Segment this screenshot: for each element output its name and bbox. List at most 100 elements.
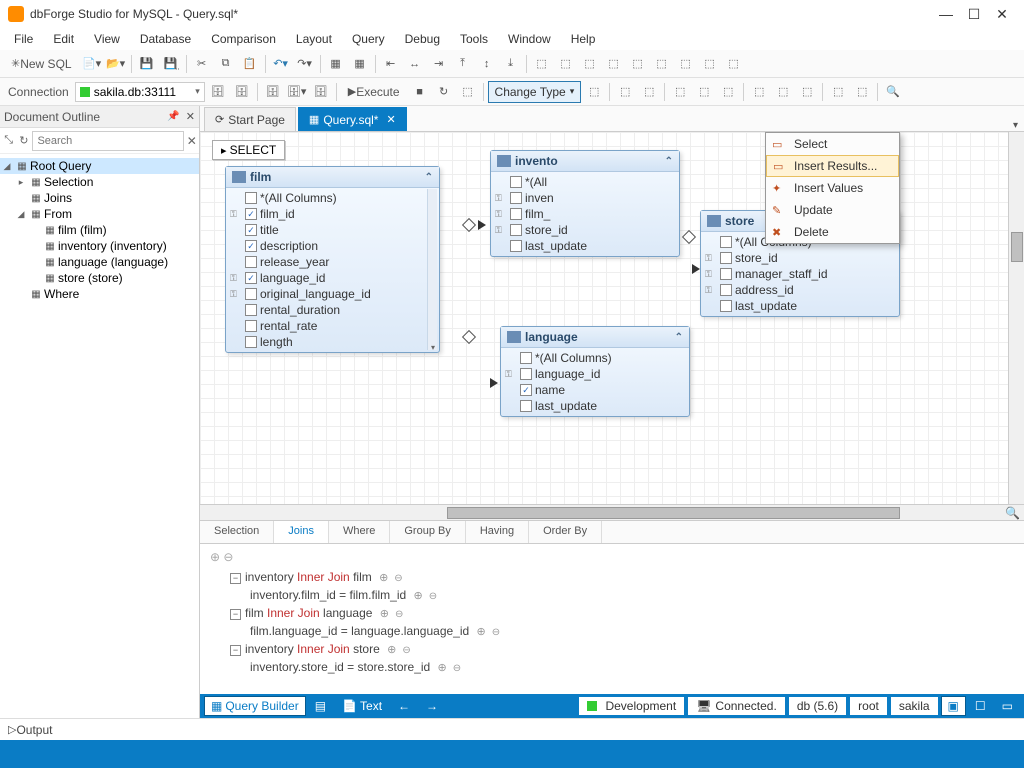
align-center-button[interactable]: ↔ bbox=[404, 53, 426, 75]
collapse-icon[interactable]: ⌃ bbox=[675, 332, 683, 343]
column-checkbox[interactable] bbox=[510, 176, 522, 188]
add-icon[interactable]: ⊕ bbox=[387, 644, 396, 656]
column-row[interactable]: ⚿store_id bbox=[491, 222, 679, 238]
column-row[interactable]: ⚿film_ bbox=[491, 206, 679, 222]
table-scrollbar[interactable]: ▾ bbox=[427, 189, 437, 350]
tb-e[interactable]: ⬚ bbox=[675, 53, 697, 75]
layout-3-button[interactable]: ▭ bbox=[995, 696, 1020, 716]
column-checkbox[interactable] bbox=[720, 284, 732, 296]
remove-icon[interactable]: ⊖ bbox=[492, 627, 500, 638]
column-checkbox[interactable] bbox=[245, 240, 257, 252]
stop-button[interactable]: ■ bbox=[409, 81, 431, 103]
align-left-button[interactable]: ⇤ bbox=[380, 53, 402, 75]
align-top-button[interactable]: ⤒ bbox=[452, 53, 474, 75]
menu-layout[interactable]: Layout bbox=[286, 30, 342, 48]
tb2-c[interactable]: ⬚ bbox=[614, 81, 636, 103]
column-row[interactable]: *(All Columns) bbox=[501, 350, 689, 366]
add-icon[interactable]: ⊕ bbox=[414, 590, 423, 602]
tb-a[interactable]: ▦ bbox=[325, 53, 347, 75]
qtab-having[interactable]: Having bbox=[466, 521, 529, 543]
tree-selection[interactable]: ▸▦Selection bbox=[0, 174, 199, 190]
column-row[interactable]: ⚿manager_staff_id bbox=[701, 266, 899, 282]
column-row[interactable]: ⚿original_language_id bbox=[226, 286, 439, 302]
db-btn-4[interactable]: 🗄▾ bbox=[286, 81, 308, 103]
column-row[interactable]: ⚿address_id bbox=[701, 282, 899, 298]
tb-c[interactable]: ⬚ bbox=[627, 53, 649, 75]
remove-icon[interactable]: ⊖ bbox=[429, 591, 437, 602]
save-button[interactable]: 💾 bbox=[136, 53, 158, 75]
column-row[interactable]: rental_duration bbox=[226, 302, 439, 318]
add-icon[interactable]: ⊕ bbox=[380, 608, 389, 620]
column-checkbox[interactable] bbox=[520, 368, 532, 380]
clear-search-icon[interactable]: ✕ bbox=[186, 134, 197, 148]
undo-button[interactable]: ↶▾ bbox=[270, 53, 292, 75]
column-checkbox[interactable] bbox=[720, 252, 732, 264]
maximize-button[interactable]: ☐ bbox=[960, 4, 988, 24]
menu-debug[interactable]: Debug bbox=[395, 30, 450, 48]
menu-window[interactable]: Window bbox=[498, 30, 561, 48]
column-checkbox[interactable] bbox=[720, 236, 732, 248]
menu-query[interactable]: Query bbox=[342, 30, 395, 48]
query-canvas[interactable]: ▸ SELECT ▭Select ▭Insert Results... ✦Ins… bbox=[200, 132, 1024, 504]
tb2-h[interactable]: ⬚ bbox=[748, 81, 770, 103]
tree-root-query[interactable]: ◢▦Root Query bbox=[0, 158, 199, 174]
column-row[interactable]: length bbox=[226, 334, 439, 350]
db-btn-5[interactable]: 🗄 bbox=[310, 81, 332, 103]
tb2-f[interactable]: ⬚ bbox=[693, 81, 715, 103]
refresh-button[interactable]: ↻ bbox=[433, 81, 455, 103]
column-checkbox[interactable] bbox=[510, 192, 522, 204]
column-row[interactable]: ⚿language_id bbox=[226, 270, 439, 286]
tb-b[interactable]: ▦ bbox=[349, 53, 371, 75]
sidebar-close-icon[interactable]: ✕ bbox=[186, 110, 195, 123]
tb2-a[interactable]: ⬚ bbox=[457, 81, 479, 103]
align-middle-button[interactable]: ↕ bbox=[476, 53, 498, 75]
collapse-icon[interactable]: ⌃ bbox=[665, 156, 673, 167]
add-icon[interactable]: ⊕ bbox=[379, 572, 388, 584]
size-w-button[interactable]: ⬚ bbox=[579, 53, 601, 75]
dropdown-insert-values[interactable]: ✦Insert Values bbox=[766, 177, 899, 199]
nav-next-button[interactable]: → bbox=[419, 696, 445, 716]
tab-start-page[interactable]: ⟳ Start Page bbox=[204, 107, 296, 131]
layout-2-button[interactable]: ☐ bbox=[968, 696, 993, 716]
menu-database[interactable]: Database bbox=[130, 30, 201, 48]
collapse-icon[interactable]: ⌃ bbox=[425, 172, 433, 183]
menu-comparison[interactable]: Comparison bbox=[201, 30, 286, 48]
column-row[interactable]: rental_rate bbox=[226, 318, 439, 334]
tree-from[interactable]: ◢▦From bbox=[0, 206, 199, 222]
tb2-g[interactable]: ⬚ bbox=[717, 81, 739, 103]
column-checkbox[interactable] bbox=[510, 208, 522, 220]
column-checkbox[interactable] bbox=[245, 192, 257, 204]
dropdown-select[interactable]: ▭Select bbox=[766, 133, 899, 155]
column-checkbox[interactable] bbox=[245, 256, 257, 268]
tb2-m[interactable]: 🔍 bbox=[882, 81, 904, 103]
menu-file[interactable]: File bbox=[4, 30, 43, 48]
column-checkbox[interactable] bbox=[720, 268, 732, 280]
qtab-joins[interactable]: Joins bbox=[274, 521, 329, 543]
column-row[interactable]: ⚿film_id bbox=[226, 206, 439, 222]
connection-combo[interactable]: sakila.db:33111 bbox=[75, 82, 205, 102]
new-doc-button[interactable]: 📄▾ bbox=[81, 53, 103, 75]
cut-button[interactable]: ✂ bbox=[191, 53, 213, 75]
tab-query[interactable]: ▦ Query.sql*✕ bbox=[298, 107, 407, 131]
save-all-button[interactable]: 💾̤ bbox=[160, 53, 182, 75]
dist-h-button[interactable]: ⬚ bbox=[531, 53, 553, 75]
zoom-icon[interactable]: 🔍 bbox=[1001, 506, 1024, 520]
open-button[interactable]: 📂▾ bbox=[105, 53, 127, 75]
tabs-more-icon[interactable]: ▾ bbox=[1007, 120, 1024, 131]
column-checkbox[interactable] bbox=[245, 288, 257, 300]
canvas-hscroll[interactable]: 🔍 bbox=[200, 504, 1024, 520]
joins-add-row[interactable]: ⊕ ⊖ bbox=[210, 550, 1014, 568]
column-checkbox[interactable] bbox=[245, 224, 257, 236]
copy-button[interactable]: ⧉ bbox=[215, 53, 237, 75]
remove-icon[interactable]: ⊖ bbox=[394, 573, 402, 584]
column-row[interactable]: *(All Columns) bbox=[226, 190, 439, 206]
tb-d[interactable]: ⬚ bbox=[651, 53, 673, 75]
select-badge[interactable]: ▸ SELECT bbox=[212, 140, 285, 160]
dropdown-update[interactable]: ✎Update bbox=[766, 199, 899, 221]
column-checkbox[interactable] bbox=[520, 352, 532, 364]
db-btn-3[interactable]: 🗄 bbox=[262, 81, 284, 103]
tb2-l[interactable]: ⬚ bbox=[851, 81, 873, 103]
column-checkbox[interactable] bbox=[245, 304, 257, 316]
column-row[interactable]: title bbox=[226, 222, 439, 238]
tree-joins[interactable]: ▦Joins bbox=[0, 190, 199, 206]
